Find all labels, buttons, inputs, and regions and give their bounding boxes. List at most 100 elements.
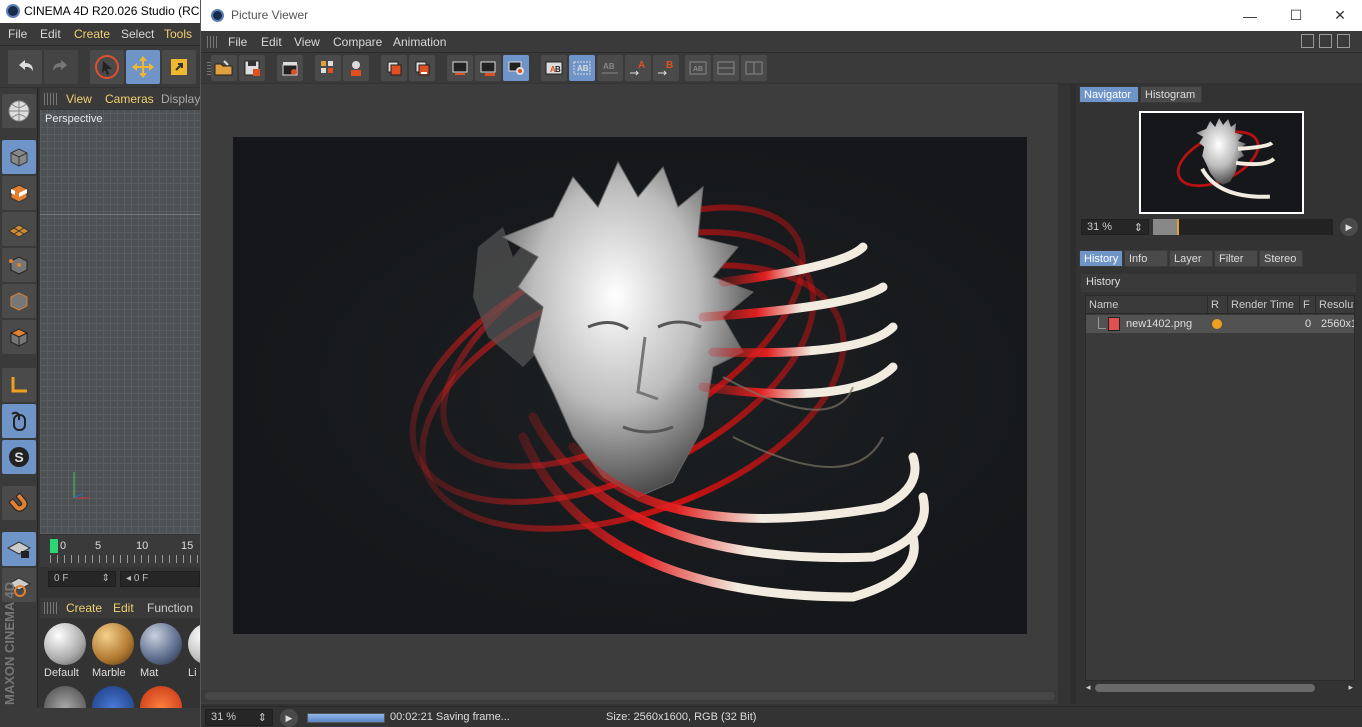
solo-button[interactable]: S [2,440,36,474]
rendered-image[interactable] [233,137,1027,634]
compare-ab-button[interactable]: AB [541,55,567,81]
perspective-viewport[interactable]: Perspective [40,110,200,534]
open-button[interactable] [211,55,237,81]
column-render-time[interactable]: Render Time [1228,296,1300,314]
table-row[interactable]: new1402.png 0 2560x1 [1086,315,1354,333]
material-menu-function[interactable]: Function [147,601,193,615]
column-resolution[interactable]: Resolut [1316,296,1354,314]
scroll-right-icon[interactable]: ▸ [1348,682,1353,693]
column-r[interactable]: R [1208,296,1228,314]
column-frame[interactable]: F [1300,296,1316,314]
scrollbar-thumb[interactable] [1095,684,1315,692]
navigator-thumbnail[interactable] [1139,111,1304,214]
set-a-button[interactable]: A [625,55,651,81]
pv-menu-file[interactable]: File [228,35,247,49]
material-preview-row2[interactable] [92,686,134,708]
snap-button[interactable] [2,486,36,520]
save-button[interactable] [239,55,265,81]
image-canvas[interactable] [201,84,1058,704]
c4d-menu-file[interactable]: File [8,27,27,41]
material-mat[interactable]: Mat [138,621,184,683]
polygons-mode-button[interactable] [2,320,36,354]
render-to-viewer-button[interactable] [277,55,303,81]
panel-expand-icon[interactable] [1319,34,1332,48]
scale-tool-button[interactable] [162,50,196,84]
pv-menu-edit[interactable]: Edit [261,35,282,49]
delete-layer-button[interactable] [409,55,435,81]
tab-histogram[interactable]: Histogram [1140,86,1202,103]
set-b-button[interactable]: B [653,55,679,81]
zoom-slider-handle[interactable] [1153,219,1179,235]
c4d-menu-edit[interactable]: Edit [40,27,61,41]
axis-mode-button[interactable] [2,368,36,402]
scroll-left-icon[interactable]: ◂ [1086,682,1091,693]
view-actual-button[interactable] [475,55,501,81]
workplane-lock-button[interactable] [2,532,36,566]
move-tool-button[interactable] [126,50,160,84]
status-play-button[interactable]: ▶ [280,709,298,727]
pv-menu-view[interactable]: View [294,35,320,49]
pv-menu-animation[interactable]: Animation [393,35,446,49]
viewport-menu-cameras[interactable]: Cameras [105,92,154,106]
material-menu-create[interactable]: Create [66,601,102,615]
model-mode-button[interactable] [2,140,36,174]
compare-horizontal-button[interactable] [713,55,739,81]
c4d-statusbar [0,708,200,727]
material-marble[interactable]: Marble [90,621,136,683]
compare-vertical-button[interactable] [741,55,767,81]
c4d-menu-create[interactable]: Create [74,27,110,41]
tab-navigator[interactable]: Navigator [1079,86,1139,103]
status-zoom-field[interactable]: 31 % ⇕ [205,709,273,726]
pv-menu-compare[interactable]: Compare [333,35,382,49]
tweak-mode-button[interactable] [2,404,36,438]
panel-float-icon[interactable] [1337,34,1350,48]
layout-toggle-icon[interactable] [1301,34,1314,48]
tab-layer[interactable]: Layer [1169,250,1213,267]
current-frame-field[interactable]: 0 F ⇕ [48,571,116,587]
canvas-horizontal-scrollbar[interactable] [201,690,1058,702]
material-li[interactable]: Li [186,621,200,683]
history-horizontal-scrollbar[interactable]: ◂ ▸ [1085,682,1355,694]
make-editable-button[interactable] [2,94,36,128]
view-fit-button[interactable] [447,55,473,81]
texture-mode-button[interactable] [2,176,36,210]
undo-button[interactable] [8,50,42,84]
maximize-button[interactable]: ☐ [1273,0,1319,31]
compare-split-button[interactable]: AB [569,55,595,81]
tab-filter[interactable]: Filter [1214,250,1258,267]
navigator-zoom-slider[interactable] [1153,219,1333,235]
material-preview-row2[interactable] [140,686,182,708]
close-button[interactable]: ✕ [1317,0,1362,31]
timeline-playhead[interactable] [50,539,58,553]
c4d-menu-select[interactable]: Select [121,27,154,41]
tab-stereo[interactable]: Stereo [1259,250,1303,267]
material-menu-edit[interactable]: Edit [113,601,134,615]
tab-info[interactable]: Info [1124,250,1168,267]
workplane-button[interactable] [2,212,36,246]
navigator-zoom-field[interactable]: 31 % ⇕ [1081,219,1149,235]
material-preview-row2[interactable] [44,686,86,708]
minimize-button[interactable]: — [1227,0,1273,31]
c4d-menu-tools[interactable]: Tools [164,27,192,41]
points-mode-button[interactable] [2,248,36,282]
column-name[interactable]: Name [1086,296,1208,314]
edges-mode-button[interactable] [2,284,36,318]
viewport-menu-view[interactable]: View [66,92,92,106]
redo-button[interactable] [44,50,78,84]
canvas-vertical-scrollbar[interactable] [1058,84,1070,704]
tab-history[interactable]: History [1079,250,1123,267]
copy-layer-button[interactable] [381,55,407,81]
live-selection-button[interactable] [90,50,124,84]
info-button[interactable] [343,55,369,81]
scrollbar-thumb[interactable] [205,692,1055,700]
viewport-menu-display[interactable]: Display [161,92,200,106]
zoom-play-button[interactable]: ▶ [1340,218,1358,236]
compare-swap-button[interactable]: AB [685,55,711,81]
channels-button[interactable] [315,55,341,81]
material-default[interactable]: Default [42,621,88,683]
compare-diff-button[interactable]: AB [597,55,623,81]
view-region-button[interactable] [503,55,529,81]
navigator-zoom-row: 31 % ⇕ ▶ [1081,218,1361,236]
start-frame-field[interactable]: ◂ 0 F [120,571,200,587]
timeline-ruler[interactable]: 0 5 10 15 [40,535,200,567]
